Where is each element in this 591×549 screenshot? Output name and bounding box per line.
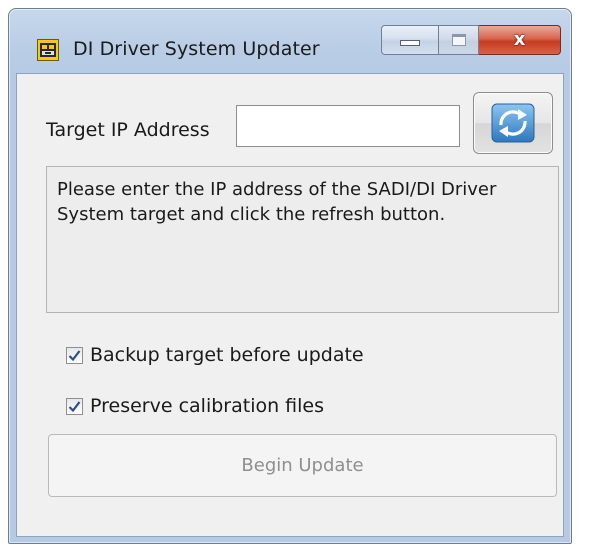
close-button[interactable]: x — [479, 25, 561, 55]
preserve-option[interactable]: Preserve calibration files — [66, 395, 324, 417]
checkmark-icon — [68, 349, 81, 361]
refresh-icon — [491, 103, 535, 143]
maximize-icon — [451, 34, 466, 46]
target-ip-label: Target IP Address — [46, 119, 210, 141]
begin-update-button[interactable]: Begin Update — [48, 434, 557, 497]
maximize-button[interactable] — [439, 25, 479, 55]
close-icon: x — [513, 29, 526, 50]
window-title: DI Driver System Updater — [73, 38, 320, 60]
minimize-icon — [400, 40, 420, 46]
preserve-checkbox[interactable] — [66, 397, 83, 415]
caption-buttons: x — [381, 25, 561, 55]
backup-checkbox[interactable] — [66, 346, 83, 364]
preserve-checkbox-label[interactable]: Preserve calibration files — [90, 395, 324, 417]
refresh-button[interactable] — [473, 92, 553, 154]
checkmark-icon — [68, 400, 81, 412]
target-ip-input[interactable] — [236, 105, 460, 147]
minimize-button[interactable] — [381, 25, 439, 55]
backup-checkbox-label[interactable]: Backup target before update — [90, 344, 364, 366]
backup-option[interactable]: Backup target before update — [66, 344, 364, 366]
status-message: Please enter the IP address of the SADI/… — [46, 166, 559, 313]
title-bar[interactable]: DI Driver System Updater x — [9, 9, 571, 73]
labview-app-icon[interactable] — [37, 39, 59, 61]
